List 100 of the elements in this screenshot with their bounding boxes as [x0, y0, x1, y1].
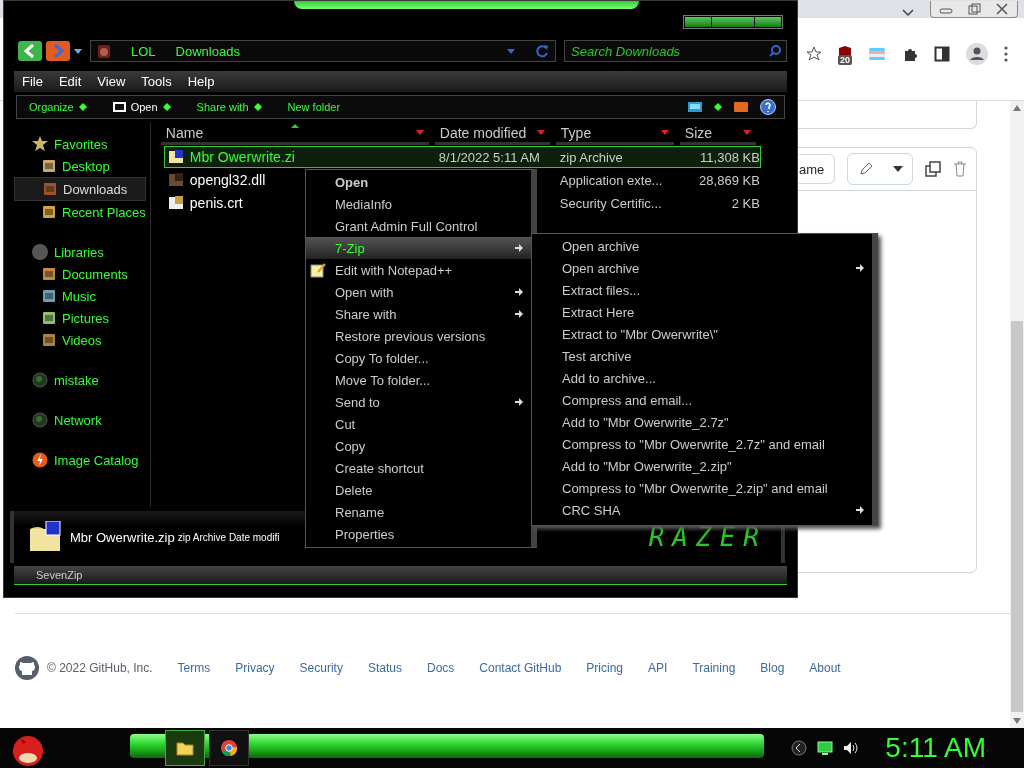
help-icon[interactable] [760, 99, 776, 115]
file-name[interactable]: opengl32.dll [189, 172, 266, 188]
github-logo-icon[interactable] [15, 656, 39, 680]
menu-item[interactable]: View [97, 74, 126, 89]
sidebar-item[interactable]: Network [14, 409, 146, 431]
scroll-thumb[interactable] [1011, 321, 1023, 712]
context-menu-item[interactable]: Send to [306, 391, 531, 413]
context-menu-item[interactable]: Share with [306, 303, 531, 325]
scrollbar[interactable] [1010, 101, 1024, 728]
submenu-item[interactable]: Extract Here [532, 301, 872, 323]
submenu-item[interactable]: Compress and email... [532, 389, 872, 411]
context-menu-item[interactable]: Move To folder... [306, 369, 531, 391]
submenu-item[interactable]: Open archive [532, 235, 872, 257]
footer-link[interactable]: Training [692, 661, 736, 675]
breadcrumb[interactable]: LOL [131, 43, 156, 59]
star-icon[interactable] [806, 46, 822, 62]
footer-link[interactable]: Docs [426, 661, 455, 675]
speaker-icon[interactable] [843, 741, 860, 755]
avatar-icon[interactable] [966, 43, 988, 65]
context-menu-item[interactable]: Delete [306, 479, 531, 501]
refresh-icon[interactable] [535, 44, 549, 58]
context-menu-item[interactable]: Properties [306, 523, 531, 545]
submenu-item[interactable]: Add to archive... [532, 367, 872, 389]
context-menu-item[interactable]: Create shortcut [306, 457, 531, 479]
sidebar-item[interactable]: Libraries [14, 241, 146, 263]
sidebar-item[interactable]: Favorites [14, 133, 146, 155]
sidebar-item[interactable]: mistake [14, 369, 146, 391]
context-menu-item[interactable]: Rename [306, 501, 531, 523]
close-icon[interactable] [993, 2, 1011, 15]
address-bar[interactable]: LOL Downloads [90, 40, 556, 62]
file-name[interactable]: penis.crt [189, 195, 243, 211]
submenu-item[interactable]: CRC SHA [532, 499, 872, 521]
dropdown-icon[interactable] [415, 130, 424, 135]
back-button[interactable] [18, 41, 42, 61]
sidebar-icon[interactable] [934, 46, 950, 62]
dropdown-icon[interactable] [536, 130, 545, 135]
submenu-item[interactable]: Add to "Mbr Owerwrite_2.zip" [532, 455, 872, 477]
sidebar-item[interactable]: Music [14, 285, 146, 307]
context-menu-item[interactable]: Restore previous versions [306, 325, 531, 347]
submenu-item[interactable]: Extract files... [532, 279, 872, 301]
puzzle-icon[interactable] [902, 46, 918, 62]
menu-item[interactable]: Edit [58, 74, 82, 89]
command-button[interactable]: New folder [287, 101, 341, 113]
context-menu-item[interactable]: 7-Zip [306, 237, 531, 259]
edit-button-group[interactable] [847, 153, 914, 185]
monitor-icon[interactable] [817, 741, 834, 755]
pencil-icon[interactable] [857, 161, 874, 177]
sidebar-item[interactable]: Videos [14, 329, 146, 351]
footer-link[interactable]: Security [299, 661, 343, 675]
sidebar-item[interactable]: Recent Places [14, 201, 146, 223]
chevron-icon[interactable] [902, 9, 914, 17]
context-menu-item[interactable]: Cut [306, 413, 531, 435]
context-menu-item[interactable]: Grant Admin Full Control [306, 215, 531, 237]
submenu-item[interactable]: Compress to "Mbr Owerwrite_2.7z" and email [532, 433, 872, 455]
footer-link[interactable]: Status [367, 661, 402, 675]
sidebar-item[interactable]: Desktop [14, 155, 146, 177]
context-menu-item[interactable]: Edit with Notepad++ [306, 259, 531, 281]
footer-link[interactable]: Privacy [235, 661, 275, 675]
caret-icon[interactable] [892, 166, 903, 172]
sidebar-item[interactable]: Image Catalog [14, 449, 146, 471]
footer-link[interactable]: Contact GitHub [479, 661, 562, 675]
trash-icon[interactable] [953, 161, 968, 177]
footer-link[interactable]: Terms [177, 661, 211, 675]
chevron-icon[interactable] [791, 740, 808, 756]
submenu-item[interactable]: Compress to "Mbr Owerwrite_2.zip" and email [532, 477, 872, 499]
context-menu-item[interactable]: MediaInfo [306, 193, 531, 215]
context-menu-item[interactable]: Copy [306, 435, 531, 457]
submenu-item[interactable]: Test archive [532, 345, 872, 367]
context-menu-item[interactable]: Open [306, 171, 531, 193]
menu-item[interactable]: Tools [141, 74, 172, 89]
menu-item[interactable]: Help [187, 74, 215, 89]
sidebar-item[interactable]: Documents [14, 263, 146, 285]
menu-icon[interactable] [1004, 46, 1008, 62]
scroll-up-icon[interactable] [1013, 105, 1021, 111]
file-name[interactable]: Mbr Owerwrite.zi [189, 149, 295, 165]
sidebar-item[interactable]: Pictures [14, 307, 146, 329]
footer-link[interactable]: About [809, 661, 841, 675]
dropdown-icon[interactable] [507, 48, 515, 54]
command-button[interactable]: Share with [196, 101, 262, 113]
restore-icon[interactable] [965, 2, 983, 15]
footer-link[interactable]: Pricing [586, 661, 624, 675]
search-field[interactable]: Search Downloads [564, 40, 787, 62]
context-menu-item[interactable]: Copy To folder... [306, 347, 531, 369]
submenu-item[interactable]: Open archive [532, 257, 872, 279]
footer-link[interactable]: Blog [760, 661, 785, 675]
sidebar-item[interactable]: Downloads [14, 177, 146, 201]
dropdown-icon[interactable] [742, 130, 751, 135]
context-menu-item[interactable]: Open with [306, 281, 531, 303]
command-button[interactable]: Organize [29, 101, 87, 113]
submenu-item[interactable]: Extract to "Mbr Owerwrite\" [532, 323, 872, 345]
menu-item[interactable]: File [22, 74, 43, 89]
submenu-item[interactable]: Add to "Mbr Owerwrite_2.7z" [532, 411, 872, 433]
explorer-taskbar-button[interactable] [165, 730, 205, 766]
rename-button[interactable]: ame [799, 154, 836, 184]
clock-text[interactable]: 5:11 AM [885, 732, 986, 764]
dropdown-icon[interactable] [660, 130, 669, 135]
search-icon[interactable] [769, 45, 781, 57]
command-button[interactable]: Open [112, 101, 171, 113]
footer-link[interactable]: API [648, 661, 668, 675]
history-caret-icon[interactable] [74, 48, 82, 54]
